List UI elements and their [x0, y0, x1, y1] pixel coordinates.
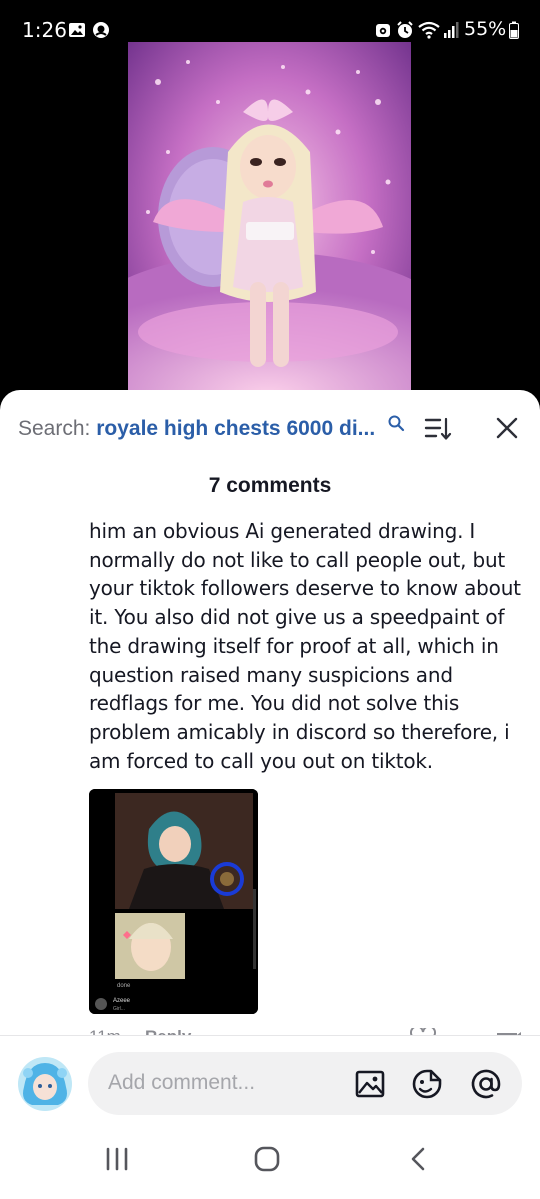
- comment-input-bar: Add comment...: [0, 1035, 540, 1125]
- mention-icon[interactable]: [470, 1068, 502, 1100]
- attachment-user: Azeee: [113, 998, 131, 1004]
- gallery-icon: [69, 23, 85, 37]
- battery-icon: [509, 21, 519, 39]
- avatar[interactable]: [18, 1057, 72, 1111]
- app-notification-icon: [93, 22, 109, 38]
- comments-count: 7 comments: [208, 474, 332, 497]
- comments-sheet: Search: royale high chests 6000 di... 7 …: [0, 390, 540, 1199]
- search-header[interactable]: Search: royale high chests 6000 di...: [0, 390, 540, 462]
- system-nav-bar: [0, 1125, 540, 1199]
- attachment-screenshot-image: done Azeee Girl...: [89, 789, 258, 1014]
- battery-percent: 55%: [464, 18, 507, 40]
- wifi-icon: [418, 21, 440, 39]
- search-suggestion[interactable]: Search: royale high chests 6000 di...: [18, 417, 375, 441]
- status-time: 1:26: [22, 18, 67, 42]
- comment-image-attachment[interactable]: done Azeee Girl...: [89, 789, 258, 1014]
- emoji-icon[interactable]: [411, 1068, 443, 1100]
- attachment-snippet: Girl...: [113, 1006, 125, 1012]
- video-thumbnail[interactable]: [128, 42, 411, 402]
- comment-text: him an obvious Ai generated drawing. I n…: [89, 519, 521, 773]
- comment-input[interactable]: Add comment...: [88, 1052, 522, 1115]
- image-icon[interactable]: [354, 1068, 386, 1100]
- heart-icon[interactable]: [410, 1028, 436, 1035]
- search-icon[interactable]: [387, 414, 405, 432]
- avatar-image: [18, 1057, 72, 1111]
- comment-age: 11m: [89, 1027, 121, 1035]
- dislike-icon[interactable]: [496, 1028, 522, 1035]
- search-prefix: Search:: [18, 417, 97, 440]
- clock-icon: [397, 21, 413, 38]
- comment-input-placeholder: Add comment...: [108, 1071, 256, 1094]
- video-frame-image: [128, 42, 411, 402]
- back-icon[interactable]: [405, 1145, 433, 1173]
- alarm-icon: [376, 24, 390, 37]
- attachment-caption: done: [117, 983, 131, 989]
- comment-list[interactable]: him an obvious Ai generated drawing. I n…: [0, 510, 540, 1035]
- reply-button[interactable]: Reply: [145, 1027, 191, 1035]
- close-icon[interactable]: [495, 416, 519, 440]
- sort-icon[interactable]: [424, 416, 452, 442]
- recent-apps-icon[interactable]: [103, 1145, 131, 1173]
- signal-icon: [444, 22, 459, 38]
- search-query[interactable]: royale high chests 6000 di...: [96, 417, 375, 440]
- home-icon[interactable]: [253, 1145, 281, 1173]
